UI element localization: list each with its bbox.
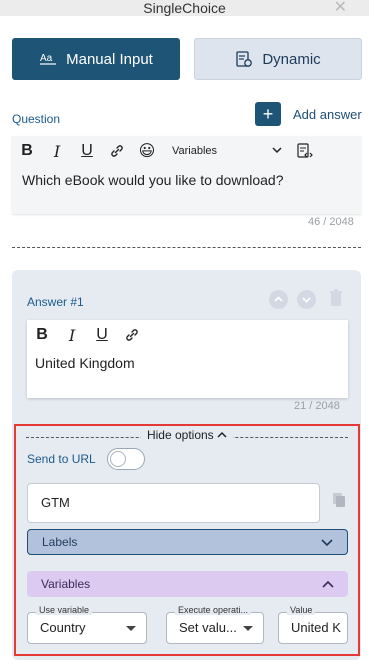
emoji-icon[interactable]: 😃 [132, 141, 162, 161]
tab-label: Manual Input [66, 50, 153, 68]
chevron-up-icon [217, 428, 227, 442]
move-up-icon[interactable] [269, 290, 288, 309]
labels-section-label: Labels [42, 535, 78, 549]
hide-options-toggle[interactable]: Hide options [16, 428, 358, 442]
gtm-input[interactable]: GTM [27, 483, 320, 523]
tab-dynamic[interactable]: Dynamic [194, 38, 362, 80]
text-format-icon: Aa [39, 52, 57, 66]
caret-down-icon [243, 626, 253, 631]
link-icon[interactable] [102, 143, 132, 159]
tab-manual-input[interactable]: Aa Manual Input [12, 38, 180, 80]
execute-operation-select[interactable]: Execute operati... Set valu... [166, 605, 264, 644]
window-title: SingleChoice [143, 0, 226, 16]
title-bar: SingleChoice ✕ [0, 0, 369, 16]
tab-label: Dynamic [262, 50, 321, 68]
add-answer-link[interactable]: Add answer [293, 107, 362, 122]
svg-text:Aa: Aa [40, 53, 53, 64]
question-label: Question [12, 112, 61, 126]
answer-title: Answer #1 [27, 295, 84, 309]
use-variable-value: Country [40, 620, 86, 635]
answer-char-counter: 21 / 2048 [294, 400, 340, 412]
question-toolbar: B I U 😃 Variables [12, 136, 320, 166]
use-variable-select[interactable]: Use variable Country [27, 605, 147, 644]
bold-button[interactable]: B [12, 142, 42, 160]
labels-section[interactable]: Labels [27, 529, 348, 555]
variables-dropdown[interactable]: Variables [172, 145, 282, 157]
add-answer-button[interactable]: + [255, 102, 281, 126]
underline-button[interactable]: U [72, 142, 102, 160]
use-variable-label: Use variable [36, 605, 93, 615]
caret-down-icon [126, 626, 136, 631]
execute-operation-value: Set valu... [179, 620, 237, 635]
question-text[interactable]: Which eBook would you like to download? [22, 172, 284, 188]
link-icon[interactable] [117, 327, 147, 343]
italic-button[interactable]: I [42, 142, 72, 161]
variables-section-label: Variables [41, 577, 91, 591]
source-code-icon[interactable] [290, 142, 320, 160]
chevron-down-icon [272, 145, 282, 157]
send-to-url-label: Send to URL [27, 452, 96, 466]
hide-options-label: Hide options [146, 428, 214, 442]
variables-dropdown-label: Variables [172, 145, 218, 157]
close-icon[interactable]: ✕ [334, 0, 347, 16]
question-editor[interactable]: B I U 😃 Variables Which eBook would you … [12, 136, 361, 214]
bold-button[interactable]: B [27, 326, 57, 344]
italic-button[interactable]: I [57, 326, 87, 345]
section-divider [12, 247, 361, 248]
answer-editor[interactable]: B I U United Kingdom [27, 320, 348, 398]
answer-toolbar: B I U [27, 320, 147, 350]
chevron-up-icon [322, 571, 334, 606]
execute-operation-label: Execute operati... [175, 605, 252, 615]
dynamic-list-icon [235, 50, 253, 68]
underline-button[interactable]: U [87, 326, 117, 344]
value-input[interactable]: Value United K [278, 605, 348, 644]
answer-options-panel: Hide options Send to URL GTM Labels Vari… [14, 424, 360, 656]
value-label: Value [287, 605, 316, 615]
toggle-knob [110, 451, 126, 467]
chevron-down-icon [321, 530, 333, 562]
trash-icon[interactable] [329, 289, 343, 312]
copy-icon[interactable] [332, 492, 346, 513]
value-input-text: United K [291, 620, 341, 635]
answer-text[interactable]: United Kingdom [35, 355, 135, 371]
send-to-url-toggle[interactable] [107, 448, 145, 470]
variables-section[interactable]: Variables [27, 571, 348, 597]
move-down-icon[interactable] [297, 290, 316, 309]
question-char-counter: 46 / 2048 [308, 216, 354, 228]
